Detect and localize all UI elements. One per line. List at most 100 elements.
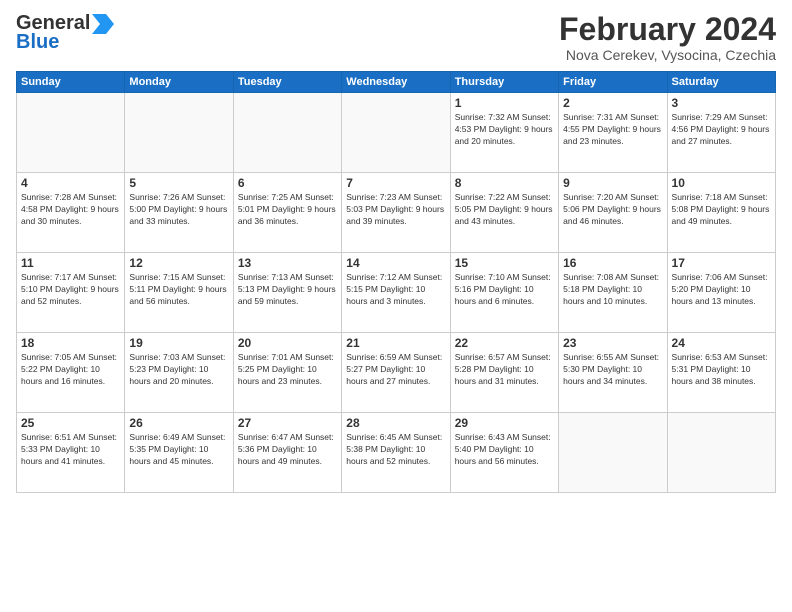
day-info: Sunrise: 7:26 AM Sunset: 5:00 PM Dayligh… <box>129 192 228 228</box>
table-cell: 3 Sunrise: 7:29 AM Sunset: 4:56 PM Daylig… <box>667 93 775 173</box>
table-cell: 10 Sunrise: 7:18 AM Sunset: 5:08 PM Dayli… <box>667 173 775 253</box>
day-info: Sunrise: 7:29 AM Sunset: 4:56 PM Dayligh… <box>672 112 771 148</box>
logo-arrow-icon <box>92 14 114 34</box>
table-cell: 8 Sunrise: 7:22 AM Sunset: 5:05 PM Daylig… <box>450 173 558 253</box>
day-info: Sunrise: 7:28 AM Sunset: 4:58 PM Dayligh… <box>21 192 120 228</box>
col-friday: Friday <box>559 72 667 93</box>
week-row-1: 1Sunrise: 7:32 AM Sunset: 4:53 PM Daylig… <box>17 93 776 173</box>
day-number: 13 <box>238 256 337 270</box>
day-info: Sunrise: 6:45 AM Sunset: 5:38 PM Dayligh… <box>346 432 445 468</box>
day-number: 14 <box>346 256 445 270</box>
calendar: Sunday Monday Tuesday Wednesday Thursday… <box>16 71 776 493</box>
table-cell: 14 Sunrise: 7:12 AM Sunset: 5:15 PM Dayli… <box>342 253 450 333</box>
col-thursday: Thursday <box>450 72 558 93</box>
day-info: Sunrise: 7:22 AM Sunset: 5:05 PM Dayligh… <box>455 192 554 228</box>
title-area: February 2024 Nova Cerekev, Vysocina, Cz… <box>559 12 776 63</box>
calendar-header-row: Sunday Monday Tuesday Wednesday Thursday… <box>17 72 776 93</box>
day-info: Sunrise: 6:49 AM Sunset: 5:35 PM Dayligh… <box>129 432 228 468</box>
day-info: Sunrise: 7:12 AM Sunset: 5:15 PM Dayligh… <box>346 272 445 308</box>
day-info: Sunrise: 7:25 AM Sunset: 5:01 PM Dayligh… <box>238 192 337 228</box>
location: Nova Cerekev, Vysocina, Czechia <box>559 47 776 63</box>
day-info: Sunrise: 7:17 AM Sunset: 5:10 PM Dayligh… <box>21 272 120 308</box>
month-title: February 2024 <box>559 12 776 47</box>
day-info: Sunrise: 7:05 AM Sunset: 5:22 PM Dayligh… <box>21 352 120 388</box>
day-info: Sunrise: 6:59 AM Sunset: 5:27 PM Dayligh… <box>346 352 445 388</box>
day-number: 16 <box>563 256 662 270</box>
table-cell: 16 Sunrise: 7:08 AM Sunset: 5:18 PM Dayli… <box>559 253 667 333</box>
day-number: 10 <box>672 176 771 190</box>
day-number: 4 <box>21 176 120 190</box>
day-number: 6 <box>238 176 337 190</box>
day-number: 8 <box>455 176 554 190</box>
logo-blue: Blue <box>16 31 59 54</box>
day-number: 24 <box>672 336 771 350</box>
table-cell: 20 Sunrise: 7:01 AM Sunset: 5:25 PM Dayli… <box>233 333 341 413</box>
day-number: 7 <box>346 176 445 190</box>
day-number: 23 <box>563 336 662 350</box>
day-info: Sunrise: 6:51 AM Sunset: 5:33 PM Dayligh… <box>21 432 120 468</box>
day-number: 21 <box>346 336 445 350</box>
day-info: Sunrise: 6:47 AM Sunset: 5:36 PM Dayligh… <box>238 432 337 468</box>
day-number: 2 <box>563 96 662 110</box>
table-cell: 29Sunrise: 6:43 AM Sunset: 5:40 PM Dayli… <box>450 413 558 493</box>
table-cell: 25Sunrise: 6:51 AM Sunset: 5:33 PM Dayli… <box>17 413 125 493</box>
day-number: 9 <box>563 176 662 190</box>
col-sunday: Sunday <box>17 72 125 93</box>
table-cell: 27Sunrise: 6:47 AM Sunset: 5:36 PM Dayli… <box>233 413 341 493</box>
day-number: 26 <box>129 416 228 430</box>
day-number: 20 <box>238 336 337 350</box>
day-info: Sunrise: 7:20 AM Sunset: 5:06 PM Dayligh… <box>563 192 662 228</box>
table-cell: 4 Sunrise: 7:28 AM Sunset: 4:58 PM Daylig… <box>17 173 125 253</box>
table-cell: 12 Sunrise: 7:15 AM Sunset: 5:11 PM Dayli… <box>125 253 233 333</box>
table-cell: 18 Sunrise: 7:05 AM Sunset: 5:22 PM Dayli… <box>17 333 125 413</box>
day-info: Sunrise: 6:53 AM Sunset: 5:31 PM Dayligh… <box>672 352 771 388</box>
table-cell: 26 Sunrise: 6:49 AM Sunset: 5:35 PM Dayli… <box>125 413 233 493</box>
table-cell: 22Sunrise: 6:57 AM Sunset: 5:28 PM Dayli… <box>450 333 558 413</box>
table-cell <box>233 93 341 173</box>
day-info: Sunrise: 7:32 AM Sunset: 4:53 PM Dayligh… <box>455 112 554 148</box>
day-info: Sunrise: 7:06 AM Sunset: 5:20 PM Dayligh… <box>672 272 771 308</box>
day-number: 19 <box>129 336 228 350</box>
table-cell: 24 Sunrise: 6:53 AM Sunset: 5:31 PM Dayli… <box>667 333 775 413</box>
col-monday: Monday <box>125 72 233 93</box>
col-tuesday: Tuesday <box>233 72 341 93</box>
table-cell: 2 Sunrise: 7:31 AM Sunset: 4:55 PM Daylig… <box>559 93 667 173</box>
table-cell: 15 Sunrise: 7:10 AM Sunset: 5:16 PM Dayli… <box>450 253 558 333</box>
table-cell <box>667 413 775 493</box>
day-info: Sunrise: 6:57 AM Sunset: 5:28 PM Dayligh… <box>455 352 554 388</box>
day-info: Sunrise: 7:15 AM Sunset: 5:11 PM Dayligh… <box>129 272 228 308</box>
table-cell: 9 Sunrise: 7:20 AM Sunset: 5:06 PM Daylig… <box>559 173 667 253</box>
day-number: 12 <box>129 256 228 270</box>
table-cell <box>125 93 233 173</box>
day-info: Sunrise: 6:55 AM Sunset: 5:30 PM Dayligh… <box>563 352 662 388</box>
col-wednesday: Wednesday <box>342 72 450 93</box>
day-number: 15 <box>455 256 554 270</box>
table-cell: 7 Sunrise: 7:23 AM Sunset: 5:03 PM Daylig… <box>342 173 450 253</box>
week-row-4: 18 Sunrise: 7:05 AM Sunset: 5:22 PM Dayli… <box>17 333 776 413</box>
table-cell: 11 Sunrise: 7:17 AM Sunset: 5:10 PM Dayli… <box>17 253 125 333</box>
table-cell <box>17 93 125 173</box>
day-info: Sunrise: 7:23 AM Sunset: 5:03 PM Dayligh… <box>346 192 445 228</box>
day-info: Sunrise: 7:01 AM Sunset: 5:25 PM Dayligh… <box>238 352 337 388</box>
week-row-5: 25Sunrise: 6:51 AM Sunset: 5:33 PM Dayli… <box>17 413 776 493</box>
day-number: 11 <box>21 256 120 270</box>
table-cell: 13Sunrise: 7:13 AM Sunset: 5:13 PM Dayli… <box>233 253 341 333</box>
day-number: 28 <box>346 416 445 430</box>
table-cell: 6 Sunrise: 7:25 AM Sunset: 5:01 PM Daylig… <box>233 173 341 253</box>
day-info: Sunrise: 7:18 AM Sunset: 5:08 PM Dayligh… <box>672 192 771 228</box>
logo: General Blue <box>16 12 114 54</box>
week-row-2: 4 Sunrise: 7:28 AM Sunset: 4:58 PM Daylig… <box>17 173 776 253</box>
day-number: 17 <box>672 256 771 270</box>
day-info: Sunrise: 7:10 AM Sunset: 5:16 PM Dayligh… <box>455 272 554 308</box>
table-cell: 5Sunrise: 7:26 AM Sunset: 5:00 PM Daylig… <box>125 173 233 253</box>
day-info: Sunrise: 7:31 AM Sunset: 4:55 PM Dayligh… <box>563 112 662 148</box>
page: General Blue February 2024 Nova Cerekev,… <box>0 0 792 612</box>
table-cell: 28 Sunrise: 6:45 AM Sunset: 5:38 PM Dayli… <box>342 413 450 493</box>
day-info: Sunrise: 7:03 AM Sunset: 5:23 PM Dayligh… <box>129 352 228 388</box>
day-info: Sunrise: 7:08 AM Sunset: 5:18 PM Dayligh… <box>563 272 662 308</box>
table-cell: 17 Sunrise: 7:06 AM Sunset: 5:20 PM Dayli… <box>667 253 775 333</box>
table-cell: 19 Sunrise: 7:03 AM Sunset: 5:23 PM Dayli… <box>125 333 233 413</box>
day-number: 3 <box>672 96 771 110</box>
day-number: 18 <box>21 336 120 350</box>
day-info: Sunrise: 6:43 AM Sunset: 5:40 PM Dayligh… <box>455 432 554 468</box>
